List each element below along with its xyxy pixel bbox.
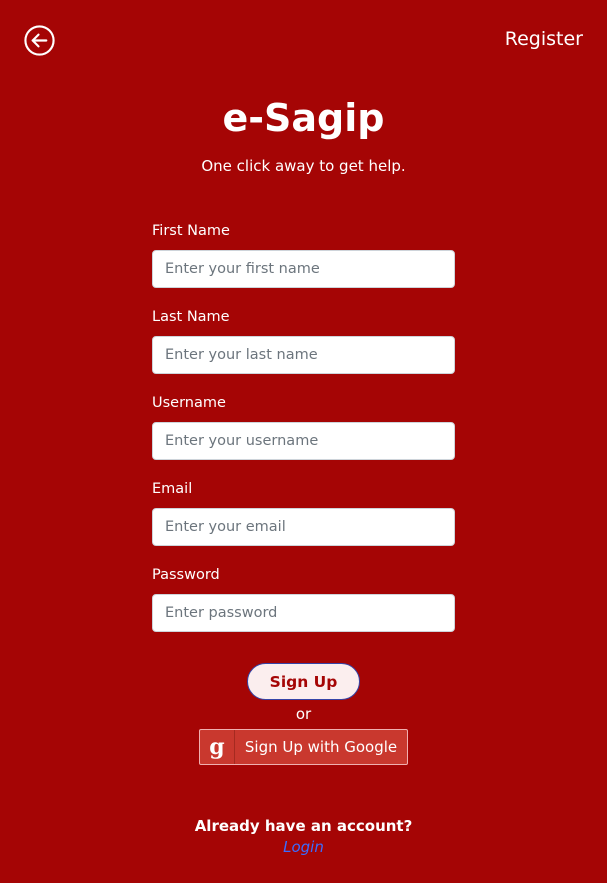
already-have-account-text: Already have an account? (194, 817, 413, 835)
email-label: Email (152, 481, 193, 497)
email-group: Email (152, 479, 455, 565)
last-name-group: Last Name (152, 307, 455, 393)
app-title: e-Sagip (222, 96, 385, 140)
username-label: Username (152, 395, 226, 411)
first-name-label: First Name (152, 223, 230, 239)
google-sign-up-label: Sign Up with Google (244, 738, 398, 756)
last-name-label: Last Name (152, 309, 230, 325)
first-name-group: First Name (152, 221, 455, 307)
google-sign-up-button[interactable]: g Sign Up with Google (199, 729, 408, 765)
last-name-input[interactable] (152, 336, 455, 374)
first-name-input[interactable] (152, 250, 455, 288)
password-label: Password (152, 567, 220, 583)
back-arrow-icon[interactable] (23, 24, 56, 57)
signup-form: First Name Last Name Username Email Pass… (152, 221, 455, 651)
register-link[interactable]: Register (505, 28, 583, 50)
app-subtitle: One click away to get help. (201, 157, 406, 175)
username-group: Username (152, 393, 455, 479)
password-input[interactable] (152, 594, 455, 632)
login-link[interactable]: Login (0, 838, 607, 856)
password-group: Password (152, 565, 455, 651)
email-input[interactable] (152, 508, 455, 546)
sign-up-button[interactable]: Sign Up (247, 663, 360, 700)
or-divider-text: or (295, 705, 312, 723)
username-input[interactable] (152, 422, 455, 460)
google-g-icon: g (200, 730, 235, 764)
